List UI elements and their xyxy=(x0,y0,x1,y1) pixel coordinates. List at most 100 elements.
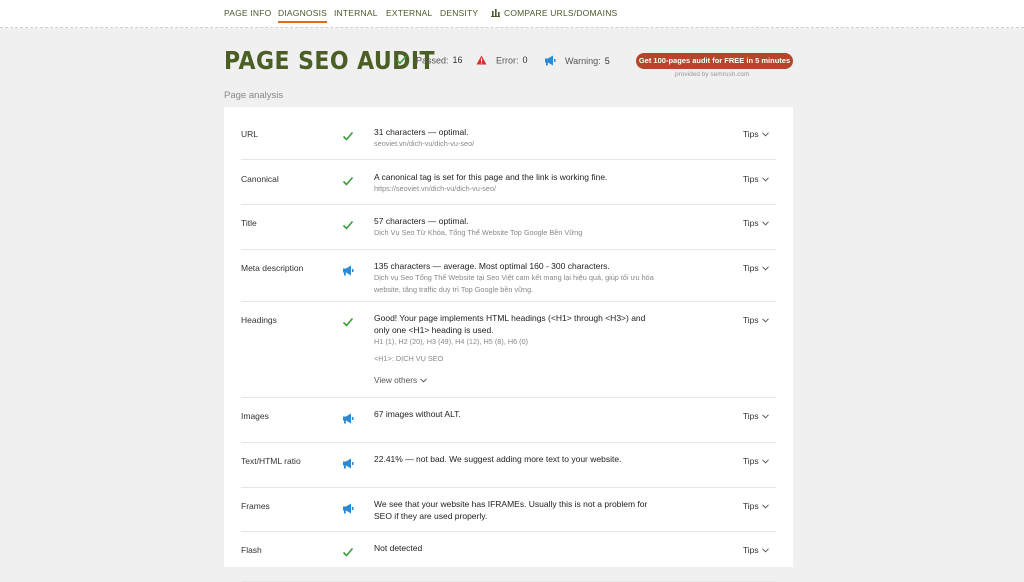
free-audit-button[interactable]: Get 100-pages audit for FREE in 5 minute… xyxy=(636,53,793,69)
error-label: Error: xyxy=(496,55,519,66)
top-navigation: PAGE INFO DIAGNOSIS INTERNAL EXTERNAL DE… xyxy=(0,0,1024,28)
tips-toggle[interactable]: Tips xyxy=(743,545,769,555)
tab-density[interactable]: DENSITY xyxy=(440,8,478,18)
check-icon xyxy=(342,174,354,186)
audit-row-result: 135 characters — average. Most optimal 1… xyxy=(374,260,654,295)
audit-row-detail: Dịch vụ Seo Tổng Thể Website tại Seo Việ… xyxy=(374,273,654,294)
tips-toggle[interactable]: Tips xyxy=(743,315,769,325)
tips-label: Tips xyxy=(742,263,759,273)
tab-compare-urls-label: COMPARE URLS/DOMAINS xyxy=(504,8,618,18)
audit-row-label: Canonical xyxy=(241,174,279,184)
chevron-down-icon xyxy=(759,545,769,555)
tips-toggle[interactable]: Tips xyxy=(743,501,769,511)
audit-row: Meta description 135 characters — average… xyxy=(241,249,776,302)
tips-label: Tips xyxy=(742,411,759,421)
check-icon xyxy=(342,545,354,557)
check-icon xyxy=(396,55,407,67)
audit-row-detail: seoviet.vn/dich-vu/dich-vu-seo/ xyxy=(374,139,475,148)
tips-label: Tips xyxy=(742,218,759,228)
error-stat: Error: 0 xyxy=(476,55,528,67)
audit-row-result: 31 characters — optimal. seoviet.vn/dich-… xyxy=(374,126,654,150)
warning-stat: Warning: 5 xyxy=(544,55,610,68)
audit-row-result: 57 characters — optimal. Dịch Vụ Seo Từ K… xyxy=(374,215,654,239)
view-others-label: View others xyxy=(374,374,418,385)
audit-row-label: Headings xyxy=(241,315,277,325)
audit-row-message: 22.41% — not bad. We suggest adding more… xyxy=(374,454,622,464)
audit-row-message: 67 images without ALT. xyxy=(374,409,461,419)
chevron-down-icon xyxy=(759,501,769,511)
check-icon xyxy=(342,218,354,230)
tab-compare-urls[interactable]: COMPARE URLS/DOMAINS xyxy=(491,8,617,19)
section-label: Page analysis xyxy=(224,90,284,101)
audit-row-result: 67 images without ALT. xyxy=(374,408,654,420)
audit-row-message: Good! Your page implements HTML headings… xyxy=(374,313,646,335)
warning-count: 5 xyxy=(604,55,610,66)
tab-external[interactable]: EXTERNAL xyxy=(386,8,432,18)
error-count: 0 xyxy=(522,55,528,66)
audit-row: Title 57 characters — optimal. Dịch Vụ Seo… xyxy=(241,204,776,250)
audit-row-result: A canonical tag is set for this page and… xyxy=(374,171,654,195)
audit-row: URL 31 characters — optimal. seoviet.vn/di… xyxy=(241,115,776,160)
megaphone-icon xyxy=(342,263,354,276)
tips-toggle[interactable]: Tips xyxy=(743,218,769,228)
megaphone-icon xyxy=(342,501,354,514)
tips-label: Tips xyxy=(742,129,759,139)
chevron-down-icon xyxy=(420,375,428,385)
audit-row-label: Flash xyxy=(241,545,262,555)
tab-internal[interactable]: INTERNAL xyxy=(334,8,378,18)
tab-page-info[interactable]: PAGE INFO xyxy=(224,8,271,18)
audit-row-message: 135 characters — average. Most optimal 1… xyxy=(374,261,610,271)
audit-row-label: Title xyxy=(241,218,257,228)
chevron-down-icon xyxy=(759,218,769,228)
audit-row-message: Not detected xyxy=(374,543,423,553)
audit-row-result: Good! Your page implements HTML headings… xyxy=(374,312,654,386)
tips-label: Tips xyxy=(742,315,759,325)
tips-toggle[interactable]: Tips xyxy=(743,411,769,421)
passed-count: 16 xyxy=(452,55,463,66)
audit-row: Frames We see that your website has IFRAM… xyxy=(241,487,776,532)
audit-row-result: Not detected xyxy=(374,542,654,554)
audit-row-label: Meta description xyxy=(241,263,304,273)
audit-row: Text/HTML ratio 22.41% — not bad. We sugg… xyxy=(241,442,776,488)
audit-row: Flash Not detected Tips xyxy=(241,531,776,582)
tips-toggle[interactable]: Tips xyxy=(743,456,769,466)
audit-row-label: Frames xyxy=(241,501,270,511)
audit-row-detail: https://seoviet.vn/dich-vu/dich-vu-seo/ xyxy=(374,184,497,193)
chevron-down-icon xyxy=(759,456,769,466)
tips-label: Tips xyxy=(742,501,759,511)
audit-row-message: 57 characters — optimal. xyxy=(374,216,469,226)
warning-label: Warning: xyxy=(565,55,601,66)
bar-chart-icon xyxy=(491,8,500,19)
tips-toggle[interactable]: Tips xyxy=(743,174,769,184)
passed-stat: Passed: 16 xyxy=(396,55,463,67)
h1-heading-detail: <H1>: DỊCH VỤ SEO xyxy=(374,353,444,363)
megaphone-icon xyxy=(342,411,354,424)
provided-by-text: provided by semrush.com xyxy=(675,71,750,78)
tips-label: Tips xyxy=(742,545,759,555)
megaphone-icon xyxy=(342,456,354,469)
error-triangle-icon xyxy=(476,55,487,67)
audit-row-label: Images xyxy=(241,411,269,421)
analysis-panel: URL 31 characters — optimal. seoviet.vn/di… xyxy=(224,107,793,582)
check-icon xyxy=(342,315,354,327)
audit-row-detail: Dịch Vụ Seo Từ Khóa, Tổng Thể Website To… xyxy=(374,228,583,237)
tips-label: Tips xyxy=(742,456,759,466)
tab-diagnosis[interactable]: DIAGNOSIS xyxy=(278,8,328,23)
tips-toggle[interactable]: Tips xyxy=(743,263,769,273)
audit-row-label: Text/HTML ratio xyxy=(241,456,301,466)
audit-row-result: We see that your website has IFRAMEs. Us… xyxy=(374,498,654,522)
chevron-down-icon xyxy=(759,315,769,325)
chevron-down-icon xyxy=(759,129,769,139)
tips-label: Tips xyxy=(742,174,759,184)
chevron-down-icon xyxy=(759,263,769,273)
check-icon xyxy=(342,129,354,141)
audit-row-label: URL xyxy=(241,129,259,139)
chevron-down-icon xyxy=(759,174,769,184)
audit-row: Headings Good! Your page implements HTML … xyxy=(241,301,776,398)
audit-row-message: 31 characters — optimal. xyxy=(374,127,469,137)
passed-label: Passed: xyxy=(416,55,449,66)
audit-row: Images 67 images without ALT. Tips xyxy=(241,397,776,443)
audit-row-message: A canonical tag is set for this page and… xyxy=(374,172,608,182)
view-others-link[interactable]: View others xyxy=(374,374,428,386)
tips-toggle[interactable]: Tips xyxy=(743,129,769,139)
